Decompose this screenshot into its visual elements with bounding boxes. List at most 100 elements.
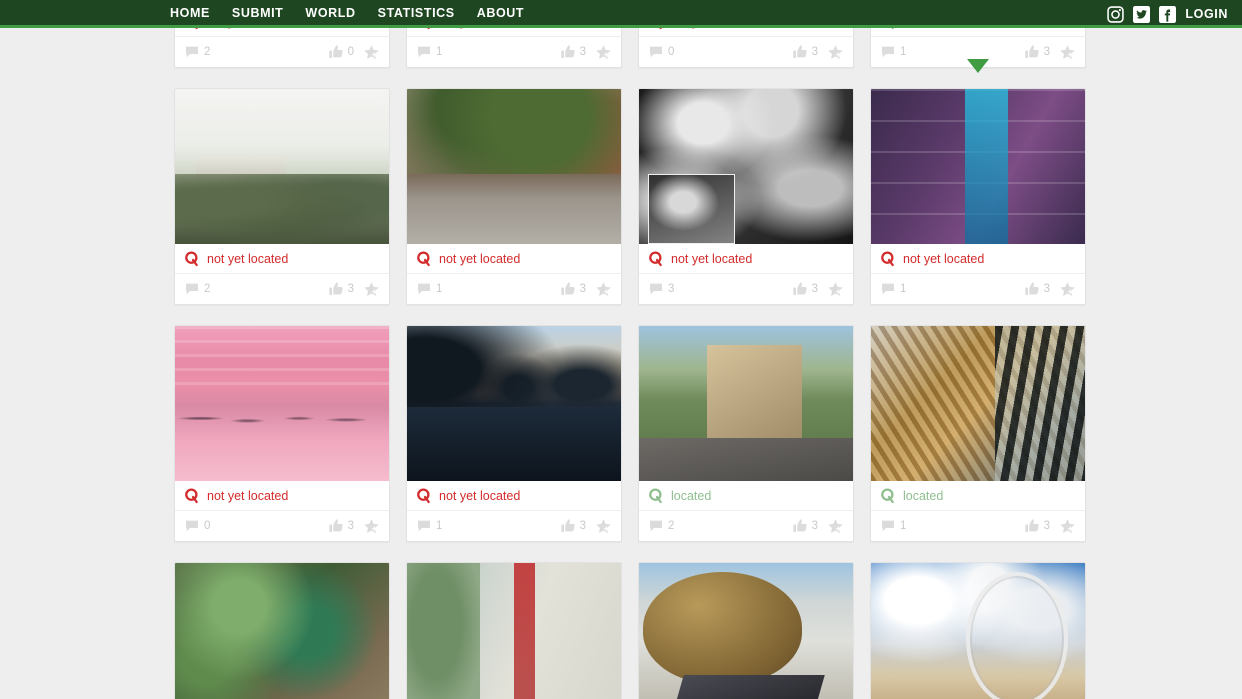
photo-card-2[interactable]: not yet located 1 3 (406, 28, 622, 68)
photo-balanced-boulder[interactable] (639, 563, 853, 699)
comment-icon (186, 520, 198, 532)
favorite-star-icon[interactable] (595, 518, 612, 535)
photo-wooden-atrium[interactable] (871, 326, 1085, 481)
login-link[interactable]: LOGIN (1185, 0, 1228, 28)
comment-icon (186, 283, 198, 295)
favorite-star-icon[interactable] (827, 44, 844, 61)
like-stat[interactable]: 3 (560, 44, 586, 60)
photo-card-16[interactable]: not yet located (870, 562, 1086, 699)
location-pin-icon (184, 487, 200, 504)
favorite-star-icon[interactable] (363, 518, 380, 535)
like-stat[interactable]: 3 (792, 281, 818, 297)
like-stat[interactable]: 3 (792, 518, 818, 534)
photo-card-3[interactable]: not yet located 0 3 (638, 28, 854, 68)
instagram-icon[interactable] (1107, 5, 1125, 23)
card-stats-row: 0 3 (175, 511, 389, 541)
photo-card-5[interactable]: not yet located 2 3 (174, 88, 390, 305)
favorite-star-icon[interactable] (827, 518, 844, 535)
like-stat[interactable]: 3 (1024, 44, 1050, 60)
photo-street-market[interactable] (407, 89, 621, 244)
comment-stat[interactable]: 2 (184, 44, 210, 60)
like-stat[interactable]: 3 (328, 281, 354, 297)
thumbs-up-icon (792, 45, 807, 58)
photo-hilltop-castle[interactable] (639, 326, 853, 481)
nav-submit[interactable]: SUBMIT (232, 0, 284, 27)
photo-card-7[interactable]: not yet located 3 3 (638, 88, 854, 305)
card-stats-row: 3 3 (639, 274, 853, 304)
photo-london-eye[interactable] (871, 563, 1085, 699)
comment-stat[interactable]: 1 (880, 281, 906, 297)
like-stat[interactable]: 0 (328, 44, 354, 60)
card-status-row: not yet located (639, 244, 853, 274)
like-stat[interactable]: 3 (1024, 281, 1050, 297)
comment-stat[interactable]: 1 (416, 518, 442, 534)
comment-stat[interactable]: 2 (184, 281, 210, 297)
comment-stat[interactable]: 3 (648, 281, 674, 297)
like-stat[interactable]: 3 (328, 518, 354, 534)
photo-art (639, 563, 853, 699)
like-count: 3 (579, 283, 586, 295)
like-stat[interactable]: 3 (1024, 518, 1050, 534)
photo-card-11[interactable]: located 2 3 (638, 325, 854, 542)
favorite-star-icon[interactable] (595, 44, 612, 61)
photo-grid-region: not yet located 2 0 (0, 28, 1242, 699)
photo-pink-sunset-water[interactable] (175, 326, 389, 481)
photo-neon-parking-garage[interactable] (871, 89, 1085, 244)
comment-stat[interactable]: 0 (648, 44, 674, 60)
favorite-star-icon[interactable] (1059, 44, 1076, 61)
comment-icon (186, 46, 198, 58)
favorite-star-icon[interactable] (595, 281, 612, 298)
card-status-row: not yet located (175, 244, 389, 274)
card-status-row: not yet located (407, 244, 621, 274)
photo-aerial-harbour-bw[interactable] (639, 89, 853, 244)
comment-stat[interactable]: 0 (184, 518, 210, 534)
comment-count: 1 (900, 520, 907, 532)
comment-count: 1 (436, 46, 443, 58)
photo-card-10[interactable]: not yet located 1 3 (406, 325, 622, 542)
comment-icon (882, 283, 894, 295)
photo-card-6[interactable]: not yet located 1 3 (406, 88, 622, 305)
comment-stat[interactable]: 1 (416, 281, 442, 297)
photo-green-foliage[interactable] (175, 563, 389, 699)
favorite-star-icon[interactable] (363, 44, 380, 61)
comment-stat[interactable]: 2 (648, 518, 674, 534)
thumbs-up-icon (792, 519, 807, 532)
photo-city-river-haze[interactable] (175, 89, 389, 244)
comment-stat[interactable]: 1 (416, 44, 442, 60)
photo-card-8[interactable]: not yet located 1 3 (870, 88, 1086, 305)
nav-world[interactable]: WORLD (305, 0, 355, 27)
favorite-star-icon[interactable] (1059, 518, 1076, 535)
photo-card-14[interactable]: not yet located (406, 562, 622, 699)
photo-card-1[interactable]: not yet located 2 0 (174, 28, 390, 68)
location-pin-icon (184, 250, 200, 267)
photo-card-12[interactable]: located 1 3 (870, 325, 1086, 542)
comment-stat[interactable]: 1 (880, 44, 906, 60)
photo-card-13[interactable]: not yet located (174, 562, 390, 699)
favorite-star-icon[interactable] (1059, 281, 1076, 298)
status-label: not yet located (207, 28, 288, 29)
favorite-star-icon[interactable] (827, 281, 844, 298)
status-label: not yet located (903, 251, 985, 266)
comment-stat[interactable]: 1 (880, 518, 906, 534)
nav-home[interactable]: HOME (170, 0, 210, 27)
photo-art (407, 563, 621, 699)
photo-card-15[interactable]: not yet located (638, 562, 854, 699)
photo-chinese-hotel-building[interactable] (407, 563, 621, 699)
comment-icon (882, 46, 894, 58)
like-stat[interactable]: 3 (792, 44, 818, 60)
card-stats-row: 1 3 (871, 511, 1085, 541)
photo-infinity-pool-dusk[interactable] (407, 326, 621, 481)
twitter-icon[interactable] (1133, 5, 1151, 23)
comment-count: 2 (204, 46, 211, 58)
card-stats-row: 1 3 (871, 274, 1085, 304)
comment-count: 3 (668, 283, 675, 295)
nav-about[interactable]: ABOUT (477, 0, 524, 27)
nav-statistics[interactable]: STATISTICS (378, 0, 455, 27)
status-label: not yet located (439, 28, 520, 29)
like-stat[interactable]: 3 (560, 281, 586, 297)
facebook-icon[interactable] (1159, 5, 1177, 23)
photo-card-9[interactable]: not yet located 0 3 (174, 325, 390, 542)
favorite-star-icon[interactable] (363, 281, 380, 298)
like-stat[interactable]: 3 (560, 518, 586, 534)
status-label: not yet located (439, 488, 521, 503)
